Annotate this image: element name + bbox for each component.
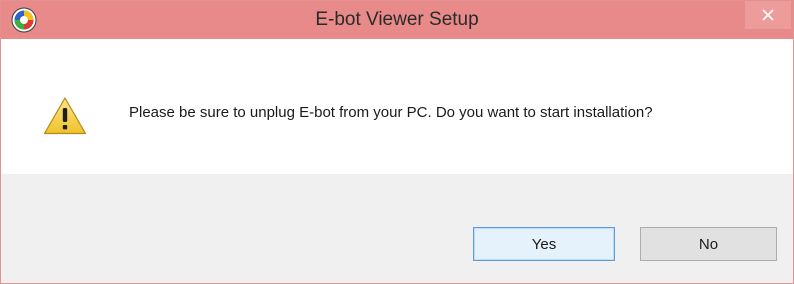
yes-button[interactable]: Yes [473,227,615,261]
close-icon [762,9,774,21]
dialog-message: Please be sure to unplug E-bot from your… [129,104,653,121]
window-title: E-bot Viewer Setup [315,9,479,30]
warning-icon [43,96,87,136]
no-button[interactable]: No [640,227,777,261]
dialog-content: Please be sure to unplug E-bot from your… [1,39,793,174]
button-bar: Yes No [1,174,793,283]
setup-dialog-window: E-bot Viewer Setup Please be sure to unp… [0,0,794,284]
close-button[interactable] [745,1,791,29]
title-bar[interactable]: E-bot Viewer Setup [1,1,793,39]
